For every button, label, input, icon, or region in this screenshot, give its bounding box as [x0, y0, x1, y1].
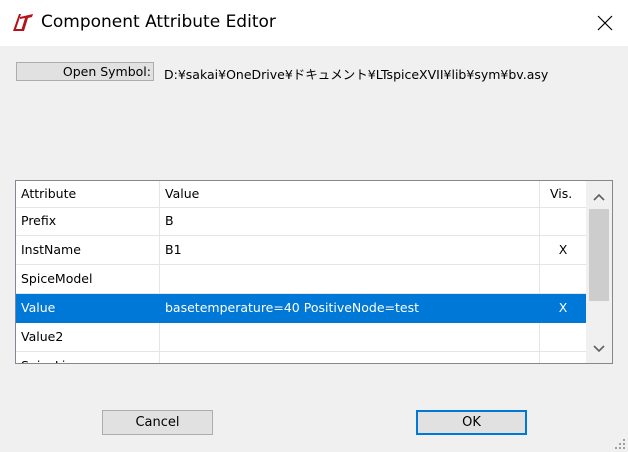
- cell-vis[interactable]: [539, 352, 586, 363]
- window-title: Component Attribute Editor: [41, 12, 276, 32]
- cell-value[interactable]: [159, 265, 539, 293]
- ltspice-app-icon: [11, 11, 35, 33]
- cell-vis[interactable]: [539, 323, 586, 351]
- title-bar: Component Attribute Editor: [0, 0, 628, 46]
- cell-vis[interactable]: [539, 265, 586, 293]
- table-row-selected[interactable]: Value basetemperature=40 PositiveNode=te…: [16, 294, 586, 323]
- vertical-scrollbar[interactable]: [586, 181, 612, 363]
- cell-value[interactable]: [159, 323, 539, 351]
- header-attribute[interactable]: Attribute: [16, 181, 159, 207]
- cell-attribute[interactable]: InstName: [16, 236, 159, 264]
- close-icon: [597, 15, 613, 31]
- symbol-path: D:¥sakai¥OneDrive¥ドキュメント¥LTspiceXVII¥lib…: [164, 67, 549, 82]
- cell-value[interactable]: B1: [159, 236, 539, 264]
- cell-value[interactable]: B: [159, 207, 539, 235]
- scroll-up-button[interactable]: [586, 187, 612, 207]
- cell-value[interactable]: [159, 352, 539, 363]
- table-row[interactable]: InstName B1 X: [16, 236, 586, 265]
- cell-value[interactable]: basetemperature=40 PositiveNode=test: [159, 294, 539, 322]
- header-vis[interactable]: Vis.: [539, 181, 586, 207]
- cell-attribute[interactable]: Value2: [16, 323, 159, 351]
- cancel-button[interactable]: Cancel: [102, 410, 213, 435]
- cell-vis[interactable]: X: [539, 294, 586, 322]
- grid-header: Attribute Value Vis.: [16, 181, 586, 208]
- ok-button[interactable]: OK: [416, 410, 527, 435]
- cell-vis[interactable]: [539, 207, 586, 235]
- table-row[interactable]: SpiceModel: [16, 265, 586, 294]
- cell-attribute[interactable]: Value: [16, 294, 159, 322]
- open-symbol-button[interactable]: Open Symbol:: [16, 62, 154, 81]
- table-row[interactable]: SpiceLine: [16, 352, 586, 363]
- scroll-down-button[interactable]: [586, 339, 612, 359]
- close-button[interactable]: [582, 0, 628, 46]
- cell-attribute[interactable]: Prefix: [16, 207, 159, 235]
- table-row[interactable]: Value2: [16, 323, 586, 352]
- scroll-thumb[interactable]: [589, 209, 609, 301]
- resize-grip-icon[interactable]: [614, 438, 626, 450]
- cell-attribute[interactable]: SpiceLine: [16, 352, 159, 363]
- attribute-grid[interactable]: Attribute Value Vis. Prefix B InstName B…: [15, 180, 613, 364]
- cell-attribute[interactable]: SpiceModel: [16, 265, 159, 293]
- header-value[interactable]: Value: [159, 181, 539, 207]
- cell-vis[interactable]: X: [539, 236, 586, 264]
- table-row[interactable]: Prefix B: [16, 207, 586, 236]
- chevron-down-icon: [593, 345, 605, 353]
- chevron-up-icon: [593, 193, 605, 201]
